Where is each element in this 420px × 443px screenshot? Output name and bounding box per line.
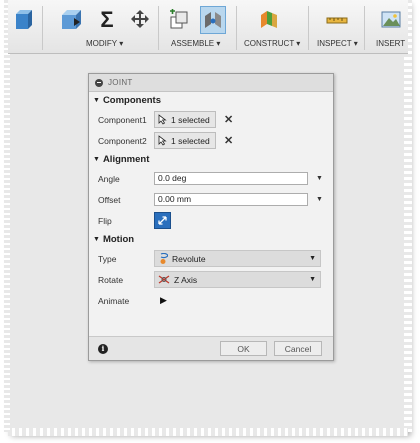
- component1-value: 1 selected: [171, 114, 210, 125]
- rotate-row: Rotate Z Axis ▼: [89, 269, 333, 290]
- rotate-select[interactable]: Z Axis ▼: [154, 271, 321, 288]
- offset-label: Offset: [98, 194, 121, 205]
- insert-image-icon[interactable]: [378, 6, 404, 34]
- alignment-section-header[interactable]: ▼ Alignment: [89, 151, 333, 168]
- revolute-icon: [160, 252, 168, 264]
- modify-group-label[interactable]: MODIFY ▾: [86, 39, 123, 48]
- type-value: Revolute: [172, 253, 206, 264]
- motion-heading: Motion: [102, 234, 135, 245]
- press-pull-icon[interactable]: [10, 6, 36, 34]
- offset-row: Offset 0.00 mm ▼: [89, 189, 333, 210]
- torn-edge-left: [4, 0, 10, 432]
- type-select[interactable]: Revolute ▼: [154, 250, 321, 267]
- component2-row: Component2 1 selected ✕: [89, 130, 333, 151]
- flip-row: Flip: [89, 210, 333, 231]
- collapse-dialog-icon[interactable]: [95, 78, 103, 87]
- ribbon-separator: [364, 6, 365, 50]
- sum-icon[interactable]: Σ: [94, 6, 120, 34]
- dialog-footer: i OK Cancel: [89, 336, 333, 360]
- assemble-group-label[interactable]: ASSEMBLE ▾: [171, 39, 220, 48]
- rotate-label: Rotate: [98, 274, 124, 285]
- angle-label: Angle: [98, 173, 120, 184]
- component2-select-button[interactable]: 1 selected: [154, 132, 216, 149]
- ribbon-separator: [42, 6, 43, 50]
- sum-glyph: Σ: [100, 7, 114, 32]
- z-axis-icon: [158, 275, 170, 284]
- chevron-down-icon: ▼: [93, 156, 100, 163]
- component2-value: 1 selected: [171, 135, 210, 146]
- joint-icon[interactable]: [200, 6, 226, 34]
- animate-row: Animate ▶: [89, 290, 333, 311]
- play-icon[interactable]: ▶: [160, 295, 167, 306]
- construct-plane-icon[interactable]: [256, 6, 282, 34]
- dialog-title: JOINT: [108, 78, 133, 87]
- component2-label: Component2: [98, 135, 147, 146]
- torn-edge-bottom: [8, 428, 408, 436]
- dialog-header: JOINT: [89, 74, 333, 92]
- clear-component2-icon[interactable]: ✕: [224, 134, 233, 147]
- ok-button[interactable]: OK: [220, 341, 267, 356]
- angle-row: Angle 0.0 deg ▼: [89, 168, 333, 189]
- components-section-header[interactable]: ▼ Components: [89, 92, 333, 109]
- ribbon-separator: [308, 6, 309, 50]
- component1-label: Component1: [98, 114, 147, 125]
- type-label: Type: [98, 253, 117, 264]
- alignment-heading: Alignment: [102, 154, 150, 165]
- cursor-icon: [158, 114, 167, 125]
- cancel-button[interactable]: Cancel: [274, 341, 322, 356]
- flip-button[interactable]: [154, 212, 171, 229]
- flip-arrows-icon: [158, 216, 167, 225]
- angle-input[interactable]: 0.0 deg: [154, 172, 308, 185]
- component1-select-button[interactable]: 1 selected: [154, 111, 216, 128]
- torn-edge-right: [404, 0, 412, 432]
- info-icon[interactable]: i: [98, 343, 108, 354]
- cursor-icon: [158, 135, 167, 146]
- flip-label: Flip: [98, 215, 112, 226]
- clear-component1-icon[interactable]: ✕: [224, 113, 233, 126]
- ribbon-separator: [236, 6, 237, 50]
- motion-section-header[interactable]: ▼ Motion: [89, 231, 333, 248]
- ribbon-separator: [158, 6, 159, 50]
- measure-icon[interactable]: [324, 6, 350, 34]
- rotate-value: Z Axis: [174, 274, 198, 285]
- insert-group-label[interactable]: INSERT: [376, 39, 405, 48]
- fillet-icon[interactable]: [58, 6, 84, 34]
- offset-dropdown-icon[interactable]: ▼: [316, 196, 323, 203]
- move-icon[interactable]: [127, 6, 153, 34]
- chevron-down-icon: ▼: [93, 236, 100, 243]
- screenshot-frame: Σ MODIFY ▾ ASSEMBLE ▾ CONSTRUCT ▾ INSPEC…: [4, 0, 412, 436]
- type-row: Type Revolute ▼: [89, 248, 333, 269]
- animate-label: Animate: [98, 295, 130, 306]
- construct-group-label[interactable]: CONSTRUCT ▾: [244, 39, 300, 48]
- new-component-icon[interactable]: [166, 6, 192, 34]
- ribbon-toolbar: Σ MODIFY ▾ ASSEMBLE ▾ CONSTRUCT ▾ INSPEC…: [8, 0, 408, 54]
- angle-dropdown-icon[interactable]: ▼: [316, 175, 323, 182]
- chevron-down-icon: ▼: [93, 97, 100, 104]
- inspect-group-label[interactable]: INSPECT ▾: [317, 39, 358, 48]
- components-heading: Components: [102, 95, 161, 106]
- chevron-down-icon: ▼: [309, 276, 316, 283]
- joint-dialog: JOINT ▼ Components Component1 1 selected…: [88, 73, 334, 361]
- offset-input[interactable]: 0.00 mm: [154, 193, 308, 206]
- chevron-down-icon: ▼: [309, 255, 316, 262]
- component1-row: Component1 1 selected ✕: [89, 109, 333, 130]
